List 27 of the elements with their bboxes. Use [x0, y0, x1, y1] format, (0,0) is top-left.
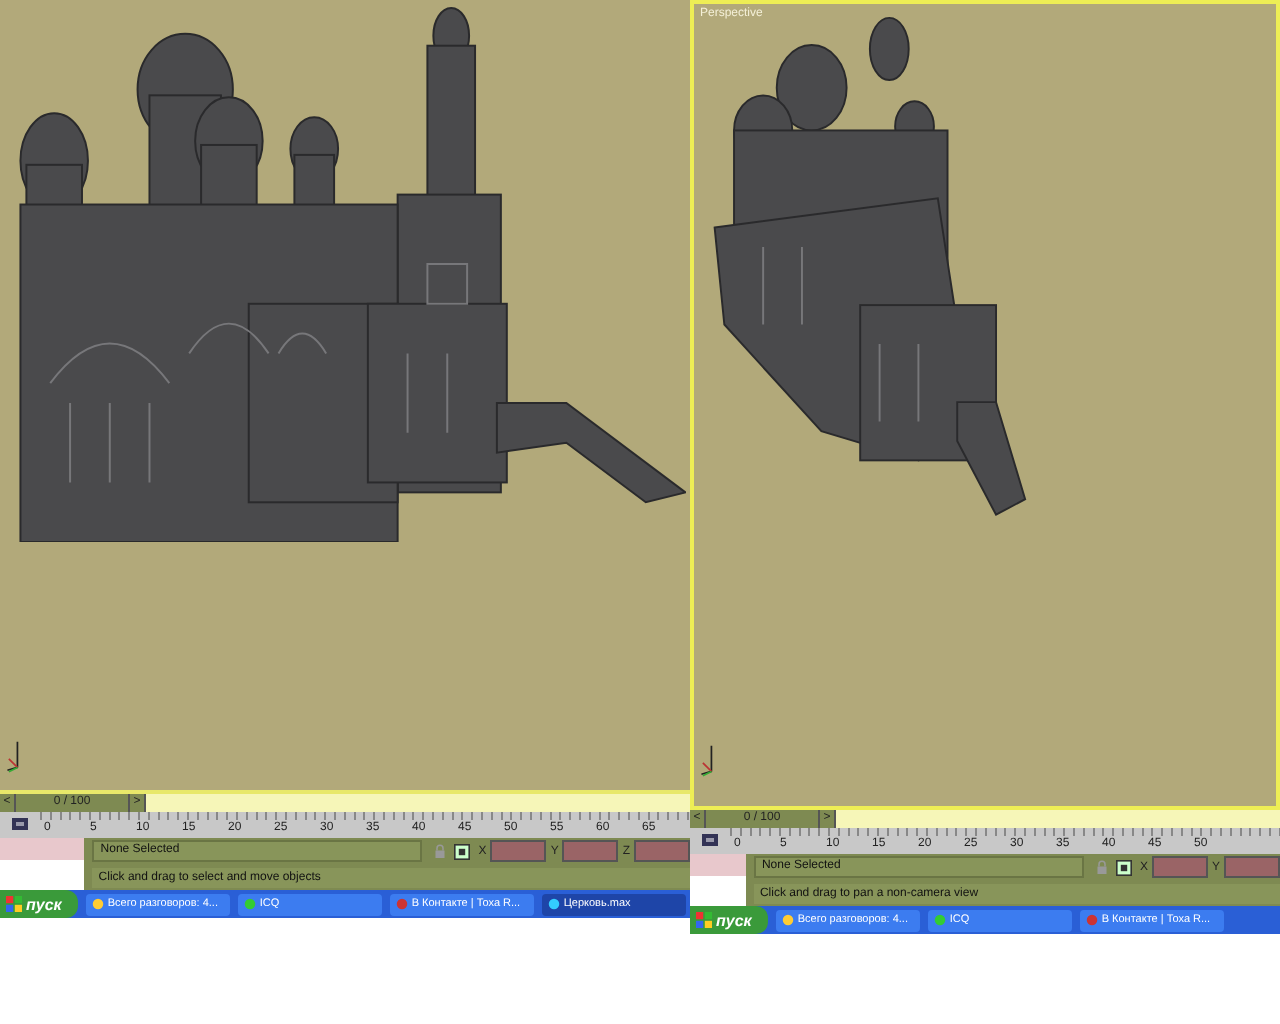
start-button[interactable]: пуск [0, 890, 78, 918]
coordinate-field[interactable] [490, 840, 547, 862]
start-button[interactable]: пуск [690, 906, 768, 934]
track-bar-icon[interactable] [10, 816, 30, 832]
app-icon [91, 898, 104, 910]
lock-icon[interactable] [1095, 859, 1108, 875]
listener-input-field[interactable] [0, 838, 85, 860]
transform-mode-icon[interactable] [454, 843, 471, 859]
app-icon [395, 898, 408, 910]
coordinate-field[interactable] [1151, 856, 1208, 878]
transform-mode-icon[interactable] [1115, 859, 1132, 875]
lock-icon[interactable] [434, 843, 447, 859]
listener-output-field[interactable] [690, 876, 746, 906]
listener-input-field[interactable] [690, 854, 746, 876]
windows-flag-icon [696, 912, 712, 928]
windows-flag-icon [6, 896, 22, 912]
listener-output-field[interactable] [0, 860, 85, 890]
track-bar-icon[interactable] [700, 832, 720, 848]
app-icon [1085, 914, 1098, 926]
viewport[interactable] [0, 0, 690, 794]
coordinate-field[interactable] [562, 840, 619, 862]
app-icon [933, 914, 946, 926]
coordinate-field[interactable] [634, 840, 690, 862]
app-icon [781, 914, 794, 926]
app-icon [243, 898, 256, 910]
coordinate-field[interactable] [1224, 856, 1280, 878]
app-icon [547, 898, 560, 910]
